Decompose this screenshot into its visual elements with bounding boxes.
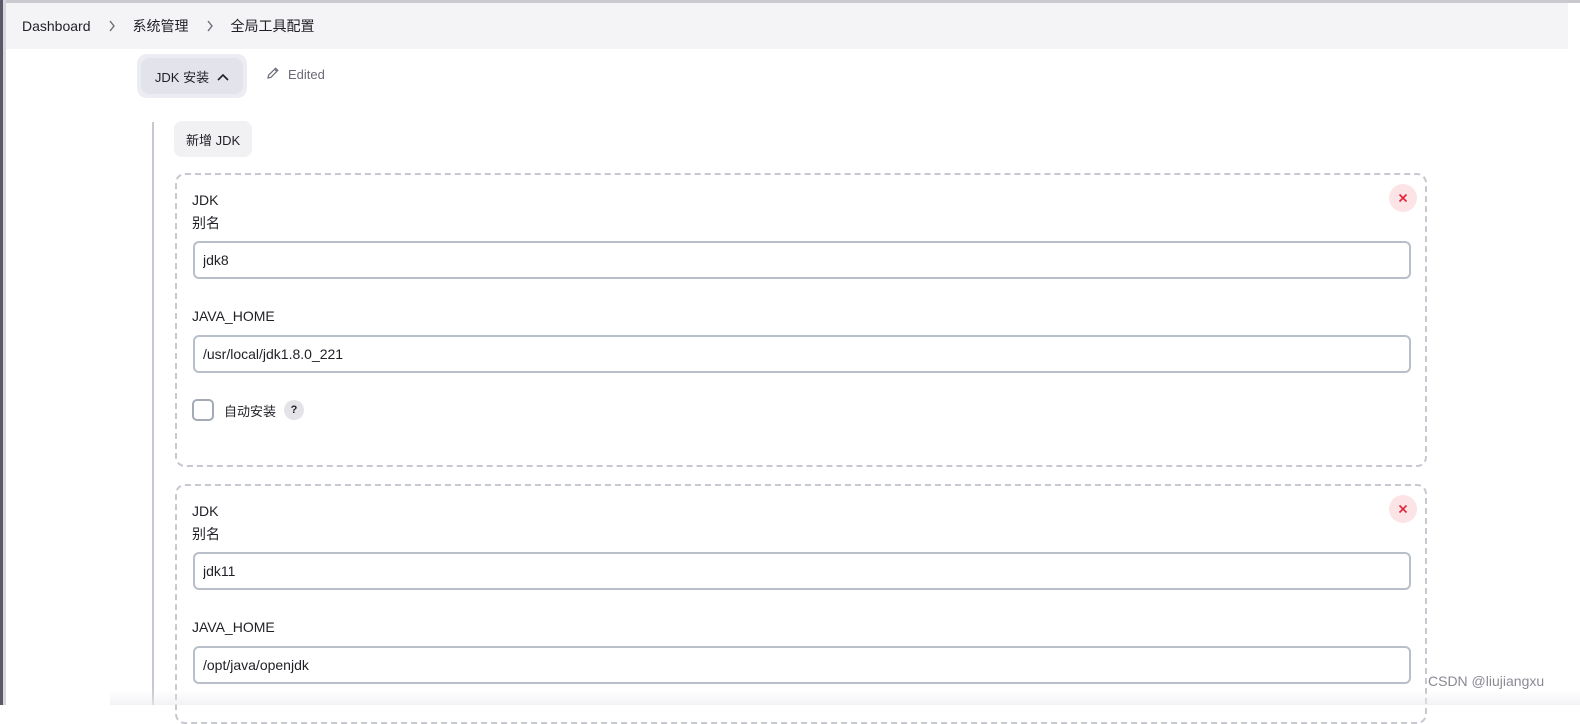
jdk-install-toggle-button[interactable]: JDK 安装 — [141, 58, 243, 94]
alias-input[interactable] — [193, 552, 1411, 590]
auto-install-label[interactable]: 自动安装 — [224, 401, 276, 420]
chevron-up-icon — [217, 69, 229, 84]
jdk-card: JDK 别名 JAVA_HOME 自动安装 ? — [175, 173, 1427, 467]
java-home-label: JAVA_HOME — [192, 619, 275, 635]
help-icon[interactable]: ? — [284, 400, 305, 420]
window-left-border — [3, 0, 6, 705]
jdk-card: JDK 别名 JAVA_HOME — [175, 484, 1427, 724]
close-icon — [1398, 501, 1408, 517]
section-indent-line — [152, 122, 154, 705]
jdk-card-title: JDK — [192, 503, 219, 519]
java-home-input[interactable] — [193, 646, 1411, 684]
delete-jdk-button[interactable] — [1389, 184, 1417, 212]
breadcrumb-system-manage[interactable]: 系统管理 — [133, 16, 189, 36]
pencil-icon — [266, 66, 280, 83]
edited-indicator: Edited — [266, 66, 325, 83]
java-home-input[interactable] — [193, 335, 1411, 373]
edited-label: Edited — [288, 67, 325, 82]
chevron-right-icon — [205, 19, 215, 33]
alias-label: 别名 — [192, 526, 220, 542]
breadcrumb-global-tool-config[interactable]: 全局工具配置 — [231, 16, 315, 36]
delete-jdk-button[interactable] — [1389, 495, 1417, 523]
breadcrumb-dashboard[interactable]: Dashboard — [22, 18, 91, 34]
jdk-card-title: JDK — [192, 192, 219, 208]
alias-label: 别名 — [192, 215, 220, 231]
section-title: JDK 安装 — [154, 69, 210, 85]
watermark: CSDN @liujiangxu — [1428, 673, 1545, 689]
jdk-install-section-toggle[interactable]: JDK 安装 — [137, 54, 247, 98]
alias-input[interactable] — [193, 241, 1411, 279]
auto-install-row: 自动安装 ? — [192, 399, 305, 421]
java-home-label: JAVA_HOME — [192, 308, 275, 324]
breadcrumb: Dashboard 系统管理 全局工具配置 — [6, 3, 1568, 49]
chevron-right-icon — [107, 19, 117, 33]
close-icon — [1398, 190, 1408, 206]
bottom-fade — [110, 690, 1580, 705]
add-jdk-button[interactable]: 新增 JDK — [174, 121, 253, 157]
scrollbar[interactable] — [1568, 3, 1580, 705]
auto-install-checkbox[interactable] — [192, 399, 214, 421]
